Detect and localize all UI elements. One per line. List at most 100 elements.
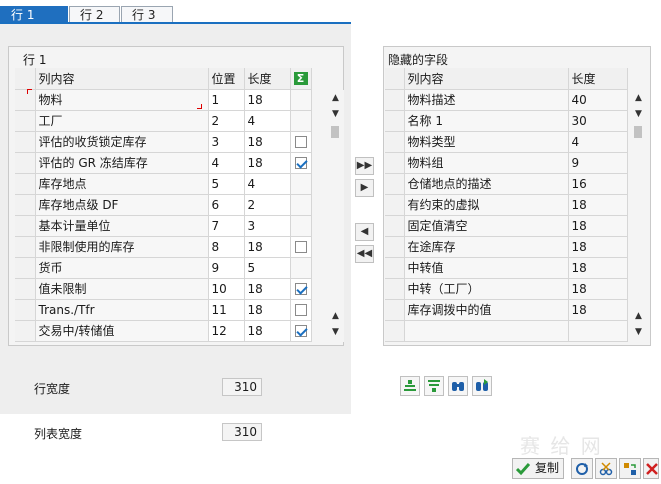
move-left-button[interactable]: ◀ bbox=[355, 223, 374, 241]
right-table-scrollbar[interactable]: ▲ ▼ ▲ ▼ bbox=[630, 90, 647, 342]
table-row[interactable]: 交易中/转储值 12 18 bbox=[15, 320, 312, 342]
select-all-cell[interactable] bbox=[385, 68, 405, 90]
position-cell[interactable]: 2 bbox=[208, 110, 245, 132]
length-cell[interactable]: 5 bbox=[244, 257, 291, 279]
position-cell[interactable]: 3 bbox=[208, 131, 245, 153]
move-all-right-button[interactable]: ▶▶ bbox=[355, 157, 374, 175]
tab-row-2[interactable]: 行 2 bbox=[69, 6, 120, 23]
row-selector[interactable] bbox=[385, 89, 405, 111]
scroll-down-icon[interactable]: ▼ bbox=[632, 326, 645, 339]
row-selector[interactable] bbox=[15, 299, 36, 321]
row-selector[interactable] bbox=[15, 152, 36, 174]
column-header-length[interactable]: 长度 bbox=[244, 68, 291, 90]
length-cell[interactable]: 18 bbox=[244, 236, 291, 258]
row-selector[interactable] bbox=[385, 215, 405, 237]
sum-checkbox[interactable] bbox=[294, 157, 307, 169]
table-row[interactable]: 固定值清空 18 bbox=[385, 215, 628, 237]
table-row[interactable]: 有约束的虚拟 18 bbox=[385, 194, 628, 216]
row-selector[interactable] bbox=[15, 278, 36, 300]
table-row[interactable]: 非限制使用的库存 8 18 bbox=[15, 236, 312, 258]
transfer-button[interactable] bbox=[619, 458, 641, 479]
select-all-cell[interactable] bbox=[15, 68, 36, 90]
row-selector[interactable] bbox=[385, 110, 405, 132]
length-cell[interactable]: 18 bbox=[244, 299, 291, 321]
position-cell[interactable]: 10 bbox=[208, 278, 245, 300]
row-selector[interactable] bbox=[385, 299, 405, 321]
position-cell[interactable]: 8 bbox=[208, 236, 245, 258]
table-row[interactable]: Trans./Tfr 11 18 bbox=[15, 299, 312, 321]
row-selector[interactable] bbox=[15, 194, 36, 216]
row-selector[interactable] bbox=[15, 257, 36, 279]
length-cell[interactable]: 18 bbox=[244, 278, 291, 300]
sum-checkbox[interactable] bbox=[294, 241, 307, 253]
row-selector[interactable] bbox=[385, 278, 405, 300]
sum-checkbox[interactable] bbox=[294, 136, 307, 148]
length-cell[interactable]: 18 bbox=[244, 152, 291, 174]
row-selector[interactable] bbox=[385, 194, 405, 216]
sum-checkbox[interactable] bbox=[294, 283, 307, 295]
find-button[interactable] bbox=[448, 376, 468, 396]
table-row[interactable]: 库存调拨中的值 18 bbox=[385, 299, 628, 321]
position-cell[interactable]: 6 bbox=[208, 194, 245, 216]
refresh-button[interactable] bbox=[571, 458, 593, 479]
row-selector[interactable] bbox=[385, 257, 405, 279]
tab-row-3[interactable]: 行 3 bbox=[121, 6, 173, 23]
table-row[interactable]: 评估的收货锁定库存 3 18 bbox=[15, 131, 312, 153]
length-cell[interactable]: 3 bbox=[244, 215, 291, 237]
length-cell[interactable]: 18 bbox=[244, 320, 291, 342]
table-row[interactable]: 物料组 9 bbox=[385, 152, 628, 174]
table-row[interactable]: 库存地点 5 4 bbox=[15, 173, 312, 195]
position-cell[interactable]: 4 bbox=[208, 152, 245, 174]
sum-cell[interactable] bbox=[290, 278, 312, 300]
sum-checkbox[interactable] bbox=[294, 325, 307, 337]
move-all-left-button[interactable]: ◀◀ bbox=[355, 245, 374, 263]
position-cell[interactable]: 7 bbox=[208, 215, 245, 237]
scroll-up-icon[interactable]: ▲ bbox=[329, 92, 342, 105]
sum-cell[interactable] bbox=[290, 320, 312, 342]
table-row[interactable]: 基本计量单位 7 3 bbox=[15, 215, 312, 237]
copy-button[interactable]: 复制 bbox=[512, 458, 564, 479]
table-row[interactable]: 物料类型 4 bbox=[385, 131, 628, 153]
scroll-thumb[interactable] bbox=[634, 126, 642, 138]
scroll-up-icon[interactable]: ▲ bbox=[632, 310, 645, 323]
table-row[interactable]: 库存地点级 DF 6 2 bbox=[15, 194, 312, 216]
position-cell[interactable]: 9 bbox=[208, 257, 245, 279]
row-selector[interactable] bbox=[385, 173, 405, 195]
row-selector[interactable] bbox=[15, 131, 36, 153]
column-header-content[interactable]: 列内容 bbox=[404, 68, 569, 90]
length-cell[interactable]: 18 bbox=[244, 89, 291, 111]
table-row[interactable]: 仓储地点的描述 16 bbox=[385, 173, 628, 195]
cut-button[interactable] bbox=[595, 458, 617, 479]
row-selector[interactable] bbox=[15, 110, 36, 132]
scroll-down-icon[interactable]: ▼ bbox=[329, 108, 342, 121]
scroll-up-icon[interactable]: ▲ bbox=[632, 92, 645, 105]
left-table-scrollbar[interactable]: ▲ ▼ ▲ ▼ bbox=[327, 90, 344, 342]
find-next-button[interactable] bbox=[472, 376, 492, 396]
tab-row-1[interactable]: 行 1 bbox=[0, 6, 68, 23]
length-cell[interactable]: 18 bbox=[244, 131, 291, 153]
column-header-content[interactable]: 列内容 bbox=[35, 68, 209, 90]
move-right-button[interactable]: ▶ bbox=[355, 179, 374, 197]
position-cell[interactable]: 1 bbox=[208, 89, 245, 111]
sum-checkbox[interactable] bbox=[294, 304, 307, 316]
table-row[interactable]: 中转值 18 bbox=[385, 257, 628, 279]
position-cell[interactable]: 5 bbox=[208, 173, 245, 195]
table-row[interactable]: 值未限制 10 18 bbox=[15, 278, 312, 300]
row-selector[interactable] bbox=[385, 236, 405, 258]
position-cell[interactable]: 11 bbox=[208, 299, 245, 321]
row-selector[interactable] bbox=[15, 173, 36, 195]
length-cell[interactable]: 4 bbox=[244, 110, 291, 132]
row-selector[interactable] bbox=[15, 320, 36, 342]
length-cell[interactable]: 4 bbox=[244, 173, 291, 195]
table-row[interactable]: 物料描述 40 bbox=[385, 89, 628, 111]
table-row[interactable]: 工厂 2 4 bbox=[15, 110, 312, 132]
table-row[interactable]: 中转（工厂） 18 bbox=[385, 278, 628, 300]
scroll-down-icon[interactable]: ▼ bbox=[329, 326, 342, 339]
column-header-position[interactable]: 位置 bbox=[208, 68, 245, 90]
sum-column-header[interactable]: Σ bbox=[290, 68, 312, 90]
row-selector[interactable] bbox=[15, 89, 36, 111]
table-row[interactable]: 物料 1 18 bbox=[15, 89, 312, 111]
table-row[interactable]: 评估的 GR 冻结库存 4 18 bbox=[15, 152, 312, 174]
row-selector[interactable] bbox=[15, 215, 36, 237]
scroll-down-icon[interactable]: ▼ bbox=[632, 108, 645, 121]
